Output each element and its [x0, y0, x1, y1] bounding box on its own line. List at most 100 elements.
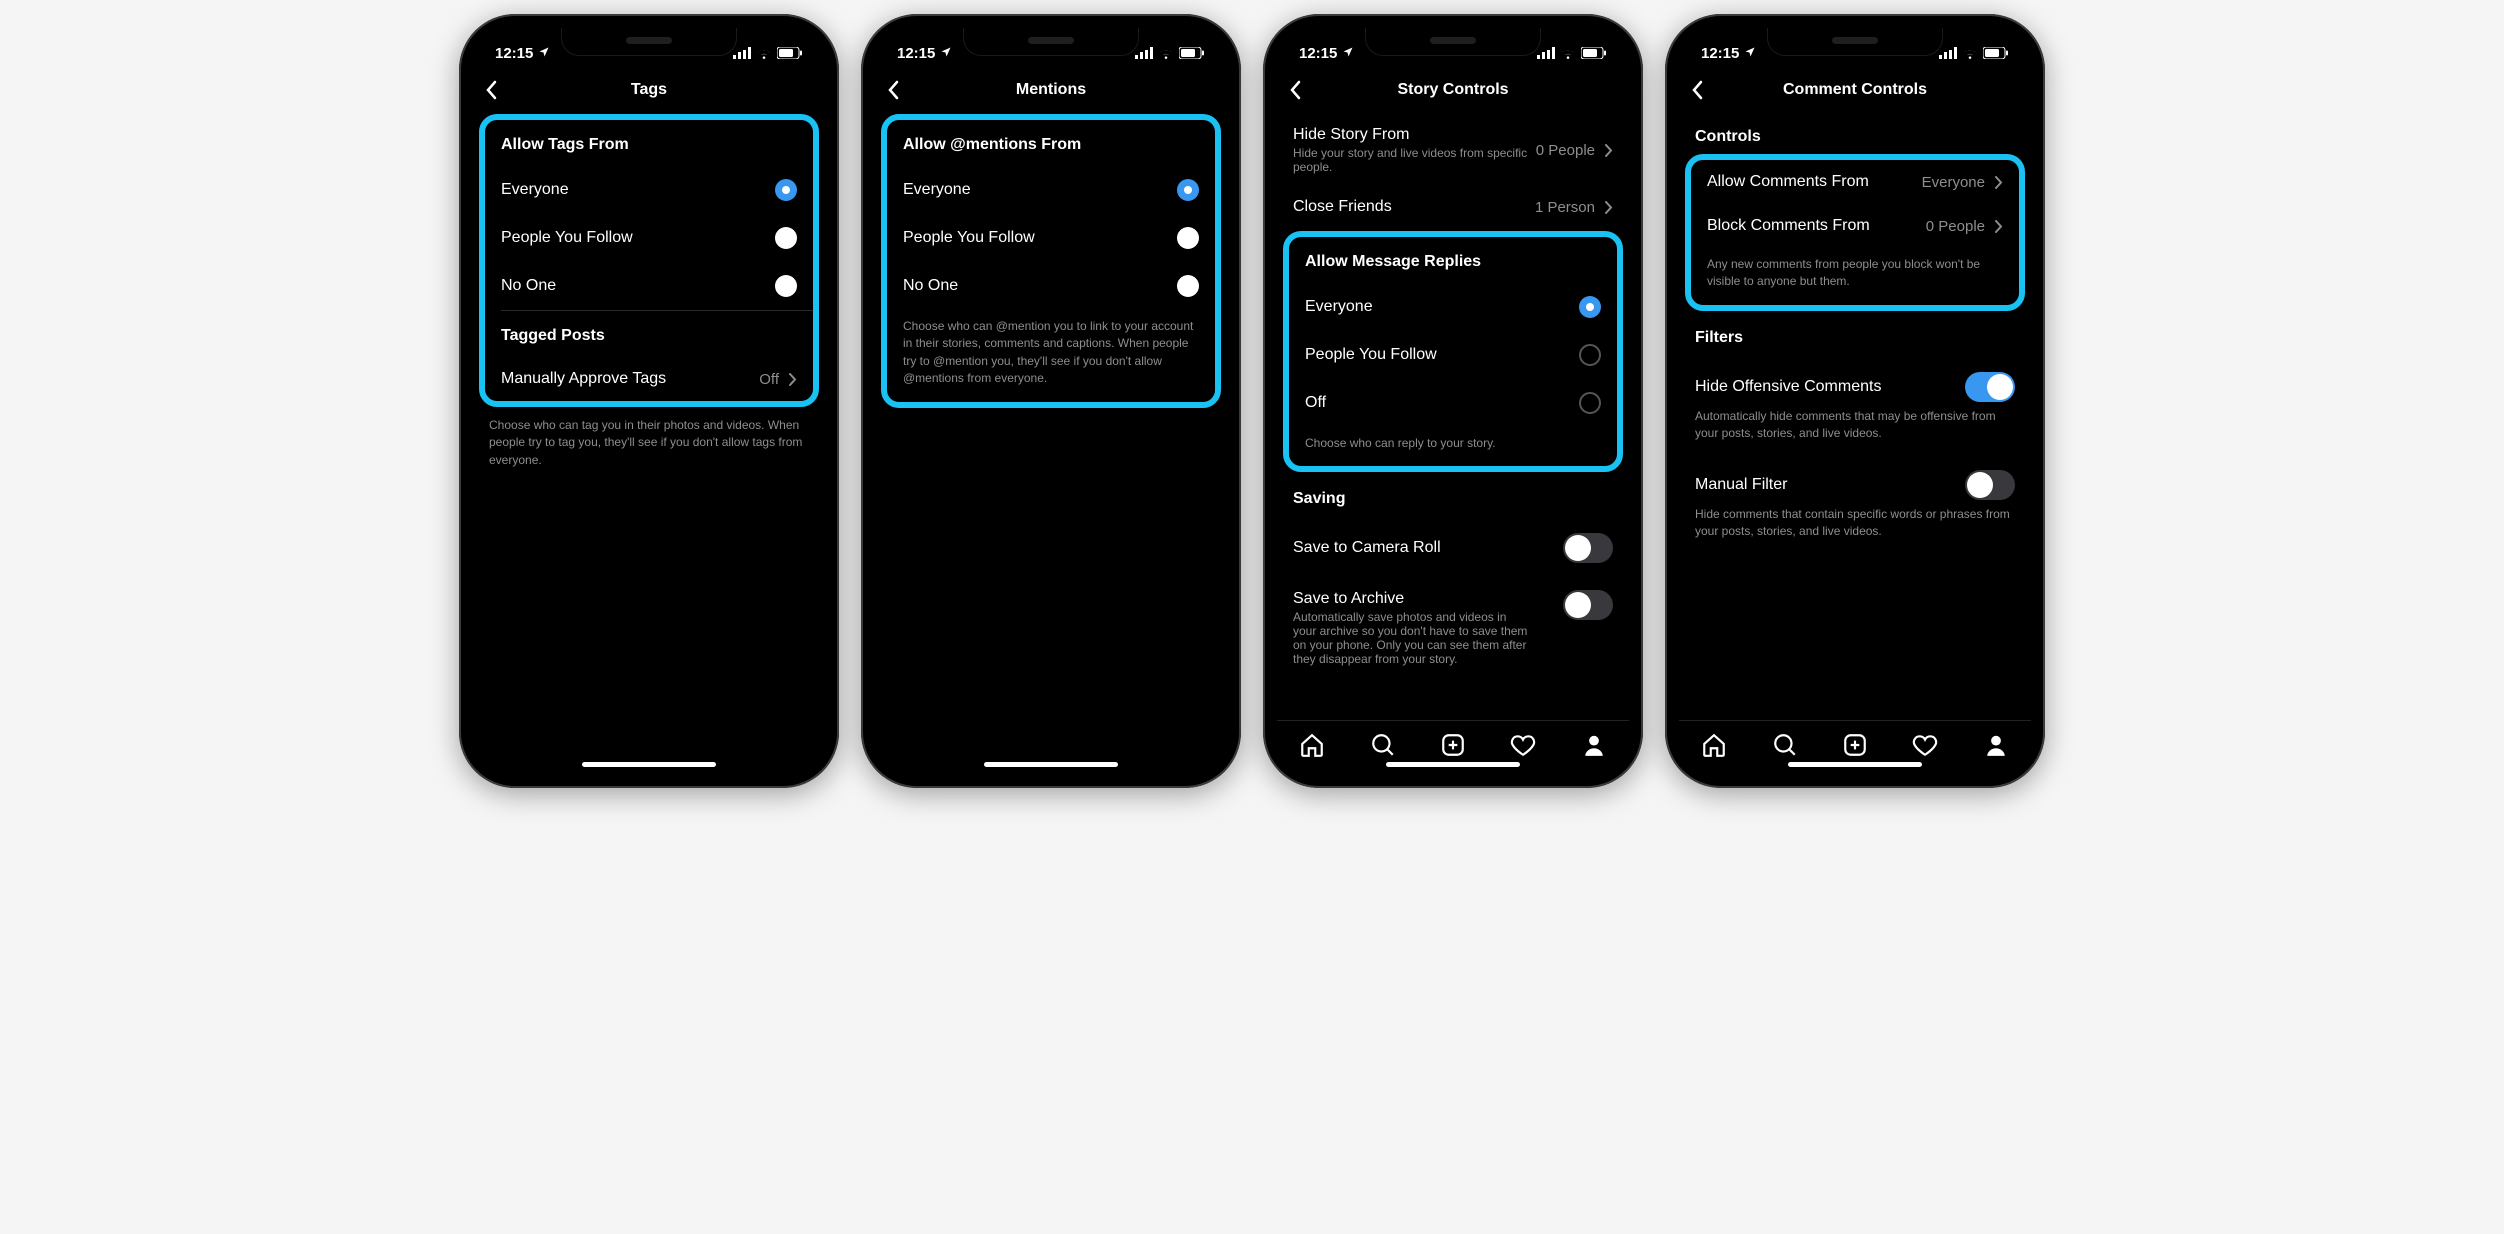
radio-label: People You Follow	[1305, 346, 1437, 364]
radio-label: Everyone	[1305, 298, 1373, 316]
home-indicator[interactable]	[1386, 762, 1520, 767]
row-label: Allow Comments From	[1707, 173, 1869, 191]
radio-row-following[interactable]: People You Follow	[1289, 331, 1617, 379]
save-archive-row[interactable]: Save to Archive Automatically save photo…	[1277, 576, 1629, 668]
radio-row-everyone[interactable]: Everyone	[887, 166, 1215, 214]
page-title: Tags	[631, 81, 667, 99]
tab-activity[interactable]	[1510, 732, 1536, 763]
tab-profile[interactable]	[1581, 732, 1607, 763]
section-header: Controls	[1679, 112, 2031, 158]
radio-selected-icon	[1579, 296, 1601, 318]
status-right	[1135, 47, 1205, 59]
battery-icon	[1581, 47, 1607, 59]
manual-filter-row[interactable]: Manual Filter	[1679, 457, 2031, 504]
row-label: Save to Camera Roll	[1293, 539, 1441, 557]
nav-bar: Mentions	[875, 68, 1227, 112]
radio-outline-icon	[1579, 392, 1601, 414]
hide-offensive-row[interactable]: Hide Offensive Comments	[1679, 359, 2031, 406]
tab-search[interactable]	[1370, 732, 1396, 763]
home-indicator[interactable]	[582, 762, 716, 767]
tab-home[interactable]	[1299, 732, 1325, 763]
radio-label: Off	[1305, 394, 1326, 412]
manually-approve-row[interactable]: Manually Approve Tags Off	[485, 357, 813, 401]
location-icon	[1744, 45, 1756, 62]
page-title: Comment Controls	[1783, 81, 1927, 99]
tab-activity[interactable]	[1912, 732, 1938, 763]
notch	[963, 28, 1139, 56]
row-sub: Hide your story and live videos from spe…	[1293, 146, 1533, 174]
back-button[interactable]	[887, 80, 899, 100]
radio-icon	[775, 275, 797, 297]
row-sub: Automatically save photos and videos in …	[1293, 610, 1533, 666]
home-indicator[interactable]	[984, 762, 1118, 767]
save-camera-roll-row[interactable]: Save to Camera Roll	[1277, 520, 1629, 576]
allow-comments-row[interactable]: Allow Comments From Everyone	[1691, 160, 2019, 204]
tab-profile[interactable]	[1983, 732, 2009, 763]
status-time: 12:15	[1701, 45, 1739, 62]
chevron-right-icon	[1995, 176, 2003, 189]
row-value: 0 People	[1536, 142, 1595, 159]
toggle-off-icon[interactable]	[1965, 470, 2015, 500]
radio-row-following[interactable]: People You Follow	[887, 214, 1215, 262]
row-value: Everyone	[1922, 174, 1985, 191]
hide-story-row[interactable]: Hide Story From Hide your story and live…	[1277, 112, 1629, 176]
battery-icon	[1179, 47, 1205, 59]
tab-create[interactable]	[1440, 732, 1466, 763]
radio-row-off[interactable]: Off	[1289, 379, 1617, 427]
row-value: 1 Person	[1535, 199, 1595, 216]
row-label: Save to Archive	[1293, 590, 1404, 607]
status-right	[1537, 47, 1607, 59]
radio-icon	[1177, 275, 1199, 297]
toggle-off-icon[interactable]	[1563, 590, 1613, 620]
toggle-on-icon[interactable]	[1965, 372, 2015, 402]
radio-icon	[1177, 227, 1199, 249]
radio-row-everyone[interactable]: Everyone	[1289, 283, 1617, 331]
cellular-icon	[1135, 47, 1153, 59]
location-icon	[538, 45, 550, 62]
radio-label: Everyone	[903, 181, 971, 199]
helper-text: Choose who can @mention you to link to y…	[887, 310, 1215, 402]
row-label: Manually Approve Tags	[501, 370, 666, 388]
radio-row-everyone[interactable]: Everyone	[485, 166, 813, 214]
status-right	[733, 47, 803, 59]
helper-text: Choose who can reply to your story.	[1289, 427, 1617, 466]
nav-bar: Story Controls	[1277, 68, 1629, 112]
row-label: Block Comments From	[1707, 217, 1870, 235]
location-icon	[940, 45, 952, 62]
block-comments-row[interactable]: Block Comments From 0 People	[1691, 204, 2019, 248]
home-indicator[interactable]	[1788, 762, 1922, 767]
highlight-box: Allow @mentions From Everyone People You…	[881, 114, 1221, 408]
toggle-off-icon[interactable]	[1563, 533, 1613, 563]
status-right	[1939, 47, 2009, 59]
tab-create[interactable]	[1842, 732, 1868, 763]
radio-row-noone[interactable]: No One	[887, 262, 1215, 310]
row-label: Manual Filter	[1695, 476, 1787, 494]
notch	[1767, 28, 1943, 56]
radio-label: No One	[501, 277, 556, 295]
radio-row-noone[interactable]: No One	[485, 262, 813, 310]
chevron-right-icon	[789, 373, 797, 386]
tab-search[interactable]	[1772, 732, 1798, 763]
row-value: Off	[759, 371, 779, 388]
helper-text: Any new comments from people you block w…	[1691, 248, 2019, 305]
back-button[interactable]	[485, 80, 497, 100]
cellular-icon	[733, 47, 751, 59]
row-label: Close Friends	[1293, 198, 1392, 216]
chevron-right-icon	[1605, 144, 1613, 157]
back-button[interactable]	[1691, 80, 1703, 100]
close-friends-row[interactable]: Close Friends 1 Person	[1277, 176, 1629, 229]
notch	[1365, 28, 1541, 56]
radio-row-following[interactable]: People You Follow	[485, 214, 813, 262]
helper-text: Choose who can tag you in their photos a…	[473, 409, 825, 483]
chevron-right-icon	[1605, 201, 1613, 214]
tab-home[interactable]	[1701, 732, 1727, 763]
row-value: 0 People	[1926, 218, 1985, 235]
nav-bar: Tags	[473, 68, 825, 112]
phone-mentions: 12:15 Mentions Allow @mentions From Ever…	[861, 14, 1241, 788]
phone-comment-controls: 12:15 Comment Controls Controls Allow Co…	[1665, 14, 2045, 788]
back-button[interactable]	[1289, 80, 1301, 100]
page-title: Mentions	[1016, 81, 1086, 99]
chevron-right-icon	[1995, 220, 2003, 233]
cellular-icon	[1537, 47, 1555, 59]
section-header: Allow Message Replies	[1289, 237, 1617, 283]
